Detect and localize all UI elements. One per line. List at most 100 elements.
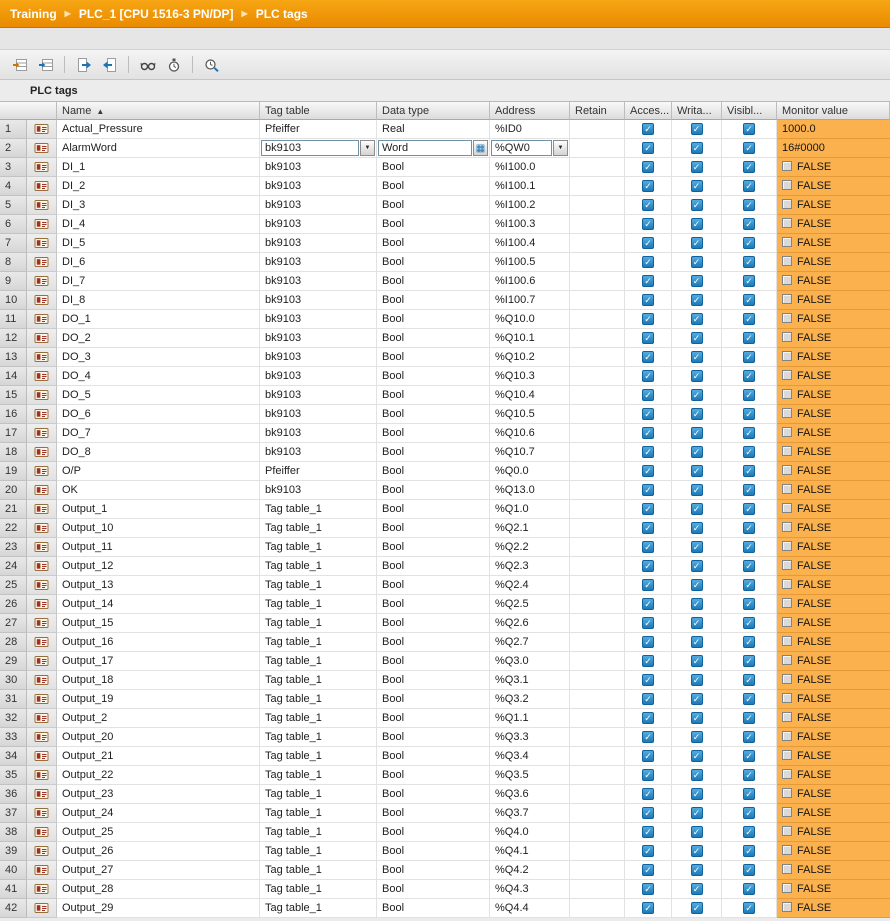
visible-checkbox[interactable]: ✓	[722, 348, 777, 367]
tag-table-cell[interactable]: bk9103	[260, 177, 377, 196]
tag-table-cell[interactable]: Tag table_1	[260, 785, 377, 804]
accessible-checkbox[interactable]: ✓	[625, 728, 672, 747]
address-cell[interactable]: %Q2.3	[490, 557, 570, 576]
accessible-checkbox[interactable]: ✓	[625, 139, 672, 158]
visible-checkbox[interactable]: ✓	[722, 633, 777, 652]
row-number[interactable]: 28	[0, 633, 27, 652]
export-icon[interactable]	[72, 54, 95, 76]
writable-checkbox[interactable]: ✓	[672, 500, 722, 519]
tag-table-cell[interactable]: Tag table_1	[260, 728, 377, 747]
address-cell[interactable]: %Q3.7	[490, 804, 570, 823]
tag-name-cell[interactable]: Output_12	[57, 557, 260, 576]
row-number[interactable]: 34	[0, 747, 27, 766]
row-number[interactable]: 10	[0, 291, 27, 310]
row-number[interactable]: 42	[0, 899, 27, 918]
writable-checkbox[interactable]: ✓	[672, 785, 722, 804]
row-number[interactable]: 13	[0, 348, 27, 367]
retain-checkbox[interactable]	[570, 804, 625, 823]
data-type-cell[interactable]: Bool	[377, 158, 490, 177]
row-number[interactable]: 36	[0, 785, 27, 804]
data-type-cell[interactable]: Bool	[377, 614, 490, 633]
accessible-checkbox[interactable]: ✓	[625, 690, 672, 709]
tag-name-cell[interactable]: Output_10	[57, 519, 260, 538]
tag-table-cell[interactable]: Tag table_1	[260, 880, 377, 899]
address-cell[interactable]: %Q3.5	[490, 766, 570, 785]
data-type-cell[interactable]: Bool	[377, 272, 490, 291]
tag-name-cell[interactable]: DI_1	[57, 158, 260, 177]
retain-checkbox[interactable]	[570, 462, 625, 481]
tag-name-cell[interactable]: Output_29	[57, 899, 260, 918]
retain-checkbox[interactable]	[570, 671, 625, 690]
address-cell[interactable]: %QW0 ▼	[490, 139, 570, 158]
tag-table-cell[interactable]: bk9103	[260, 158, 377, 177]
column-header-data-type[interactable]: Data type	[377, 101, 490, 120]
address-cell[interactable]: %Q10.0	[490, 310, 570, 329]
retain-checkbox[interactable]	[570, 633, 625, 652]
column-header-monitor-value[interactable]: Monitor value	[777, 101, 890, 120]
column-header-name[interactable]: Name ▲	[57, 101, 260, 120]
row-number[interactable]: 26	[0, 595, 27, 614]
accessible-checkbox[interactable]: ✓	[625, 880, 672, 899]
row-number[interactable]: 30	[0, 671, 27, 690]
data-type-cell[interactable]: Bool	[377, 709, 490, 728]
row-number[interactable]: 22	[0, 519, 27, 538]
writable-checkbox[interactable]: ✓	[672, 215, 722, 234]
breadcrumb-item-plc[interactable]: PLC_1 [CPU 1516-3 PN/DP]	[79, 7, 234, 21]
address-cell[interactable]: %I100.1	[490, 177, 570, 196]
address-cell[interactable]: %I100.4	[490, 234, 570, 253]
visible-checkbox[interactable]: ✓	[722, 272, 777, 291]
row-number[interactable]: 32	[0, 709, 27, 728]
column-header-accessible[interactable]: Acces...	[625, 101, 672, 120]
data-type-cell[interactable]: Bool	[377, 823, 490, 842]
writable-checkbox[interactable]: ✓	[672, 196, 722, 215]
writable-checkbox[interactable]: ✓	[672, 348, 722, 367]
data-type-cell[interactable]: Bool	[377, 671, 490, 690]
address-cell-dropdown-button[interactable]: ▼	[553, 140, 568, 156]
tag-table-cell[interactable]: bk9103	[260, 310, 377, 329]
writable-checkbox[interactable]: ✓	[672, 177, 722, 196]
tag-name-cell[interactable]: Output_27	[57, 861, 260, 880]
data-type-cell[interactable]: Bool	[377, 253, 490, 272]
writable-checkbox[interactable]: ✓	[672, 690, 722, 709]
accessible-checkbox[interactable]: ✓	[625, 348, 672, 367]
tag-name-cell[interactable]: Output_23	[57, 785, 260, 804]
address-cell[interactable]: %Q4.1	[490, 842, 570, 861]
visible-checkbox[interactable]: ✓	[722, 215, 777, 234]
address-cell[interactable]: %Q10.7	[490, 443, 570, 462]
tag-name-cell[interactable]: DO_5	[57, 386, 260, 405]
address-cell[interactable]: %Q4.3	[490, 880, 570, 899]
address-cell[interactable]: %Q2.7	[490, 633, 570, 652]
row-number[interactable]: 8	[0, 253, 27, 272]
tag-table-cell[interactable]: Tag table_1	[260, 899, 377, 918]
accessible-checkbox[interactable]: ✓	[625, 196, 672, 215]
accessible-checkbox[interactable]: ✓	[625, 842, 672, 861]
accessible-checkbox[interactable]: ✓	[625, 823, 672, 842]
accessible-checkbox[interactable]: ✓	[625, 481, 672, 500]
tag-name-cell[interactable]: DI_3	[57, 196, 260, 215]
row-number[interactable]: 41	[0, 880, 27, 899]
tag-name-cell[interactable]: DO_8	[57, 443, 260, 462]
data-type-cell[interactable]: Bool	[377, 348, 490, 367]
data-type-cell[interactable]: Bool	[377, 595, 490, 614]
monitor-all-icon[interactable]	[136, 54, 159, 76]
row-number[interactable]: 6	[0, 215, 27, 234]
accessible-checkbox[interactable]: ✓	[625, 291, 672, 310]
visible-checkbox[interactable]: ✓	[722, 709, 777, 728]
row-number[interactable]: 18	[0, 443, 27, 462]
accessible-checkbox[interactable]: ✓	[625, 158, 672, 177]
writable-checkbox[interactable]: ✓	[672, 253, 722, 272]
tag-name-cell[interactable]: Output_14	[57, 595, 260, 614]
tag-table-cell[interactable]: Tag table_1	[260, 500, 377, 519]
retain-checkbox[interactable]	[570, 215, 625, 234]
visible-checkbox[interactable]: ✓	[722, 842, 777, 861]
tag-name-cell[interactable]: DO_1	[57, 310, 260, 329]
writable-checkbox[interactable]: ✓	[672, 538, 722, 557]
retain-checkbox[interactable]	[570, 291, 625, 310]
tag-name-cell[interactable]: Output_20	[57, 728, 260, 747]
address-cell[interactable]: %Q13.0	[490, 481, 570, 500]
retain-checkbox[interactable]	[570, 690, 625, 709]
visible-checkbox[interactable]: ✓	[722, 367, 777, 386]
writable-checkbox[interactable]: ✓	[672, 899, 722, 918]
row-number[interactable]: 21	[0, 500, 27, 519]
tag-table-cell[interactable]: bk9103	[260, 481, 377, 500]
